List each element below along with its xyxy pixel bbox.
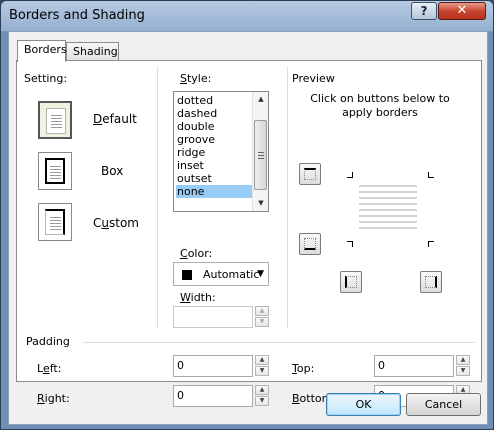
left-border-button[interactable] xyxy=(340,271,362,293)
setting-box-button[interactable] xyxy=(38,152,72,190)
separator-right xyxy=(287,67,288,328)
setting-custom-label[interactable]: Custom xyxy=(93,216,139,230)
style-item-groove[interactable]: groove xyxy=(176,133,252,146)
box-page-icon xyxy=(45,158,65,184)
default-page-icon xyxy=(46,108,66,134)
spin-up-icon[interactable]: ▲ xyxy=(456,355,470,365)
padding-right-input[interactable]: 0 xyxy=(173,385,253,407)
width-heading: Width: xyxy=(180,291,216,304)
padding-right-spinner[interactable]: ▲ ▼ xyxy=(255,385,269,407)
dialog-title: Borders and Shading xyxy=(9,8,145,23)
style-scrollbar[interactable]: ▲ ▼ xyxy=(252,92,268,211)
title-bar: Borders and Shading ? ✕ xyxy=(1,1,493,31)
style-item-inset[interactable]: inset xyxy=(176,159,252,172)
preview-corner-bl xyxy=(347,241,353,247)
separator-left xyxy=(157,67,158,328)
spin-down-icon[interactable]: ▼ xyxy=(456,366,470,376)
padding-left-input[interactable]: 0 xyxy=(173,355,253,377)
ok-button[interactable]: OK xyxy=(326,393,401,416)
style-listbox[interactable]: dotted dashed double groove ridge inset … xyxy=(173,91,269,212)
padding-top-label: Top: xyxy=(292,362,315,375)
style-item-double[interactable]: double xyxy=(176,120,252,133)
top-border-button[interactable] xyxy=(299,163,321,185)
setting-box-label[interactable]: Box xyxy=(101,164,123,178)
close-button[interactable]: ✕ xyxy=(438,2,486,20)
right-border-button[interactable] xyxy=(420,271,442,293)
setting-heading: Setting: xyxy=(24,72,68,85)
color-dropdown[interactable]: Automatic ▼ xyxy=(173,262,269,286)
padding-heading: Padding xyxy=(26,335,70,348)
style-item-dashed[interactable]: dashed xyxy=(176,107,252,120)
preview-corner-br xyxy=(428,241,434,247)
style-item-dotted[interactable]: dotted xyxy=(176,94,252,107)
padding-left-label: Left: xyxy=(37,362,62,375)
preview-instruction: Click on buttons below to apply borders xyxy=(310,92,450,119)
setting-default-button[interactable] xyxy=(38,101,72,139)
spin-up-icon[interactable]: ▲ xyxy=(255,306,269,316)
bottom-border-button[interactable] xyxy=(299,233,321,255)
spin-up-icon[interactable]: ▲ xyxy=(255,385,269,395)
padding-separator xyxy=(83,342,475,343)
tab-borders[interactable]: Borders xyxy=(17,40,67,62)
chevron-down-icon: ▼ xyxy=(257,269,264,279)
borders-panel: Setting: Default Box Custom Style: dotte… xyxy=(16,60,482,407)
dialog-window: Borders and Shading ? ✕ Borders Shading … xyxy=(0,0,494,430)
style-heading: Style: xyxy=(180,72,212,85)
spin-down-icon[interactable]: ▼ xyxy=(255,396,269,406)
padding-right-label: Right: xyxy=(37,392,70,405)
setting-default-label[interactable]: Default xyxy=(93,112,137,126)
padding-top-spinner[interactable]: ▲ ▼ xyxy=(456,355,470,377)
style-item-outset[interactable]: outset xyxy=(176,172,252,185)
setting-custom-button[interactable] xyxy=(38,203,72,241)
width-input[interactable] xyxy=(173,306,253,328)
style-item-ridge[interactable]: ridge xyxy=(176,146,252,159)
padding-top-input[interactable]: 0 xyxy=(374,355,454,377)
preview-corner-tl xyxy=(347,172,353,178)
scroll-up-icon[interactable]: ▲ xyxy=(253,92,268,107)
help-button[interactable]: ? xyxy=(411,2,437,20)
dialog-client: Borders Shading Setting: Default Box Cus… xyxy=(8,31,488,425)
cancel-button[interactable]: Cancel xyxy=(406,393,481,416)
color-value: Automatic xyxy=(203,268,260,281)
scroll-down-icon[interactable]: ▼ xyxy=(253,196,268,211)
spin-down-icon[interactable]: ▼ xyxy=(255,366,269,376)
spin-up-icon[interactable]: ▲ xyxy=(255,355,269,365)
custom-page-icon xyxy=(45,209,65,235)
style-item-none[interactable]: none xyxy=(176,185,252,198)
preview-corner-tr xyxy=(428,172,434,178)
color-heading: Color: xyxy=(180,247,213,260)
preview-heading: Preview xyxy=(292,72,335,85)
spin-down-icon[interactable]: ▼ xyxy=(255,317,269,327)
color-swatch xyxy=(182,270,192,280)
tab-shading[interactable]: Shading xyxy=(66,42,119,61)
width-spinner[interactable]: ▲ ▼ xyxy=(255,306,269,328)
padding-left-spinner[interactable]: ▲ ▼ xyxy=(255,355,269,377)
scroll-thumb[interactable] xyxy=(254,120,267,190)
